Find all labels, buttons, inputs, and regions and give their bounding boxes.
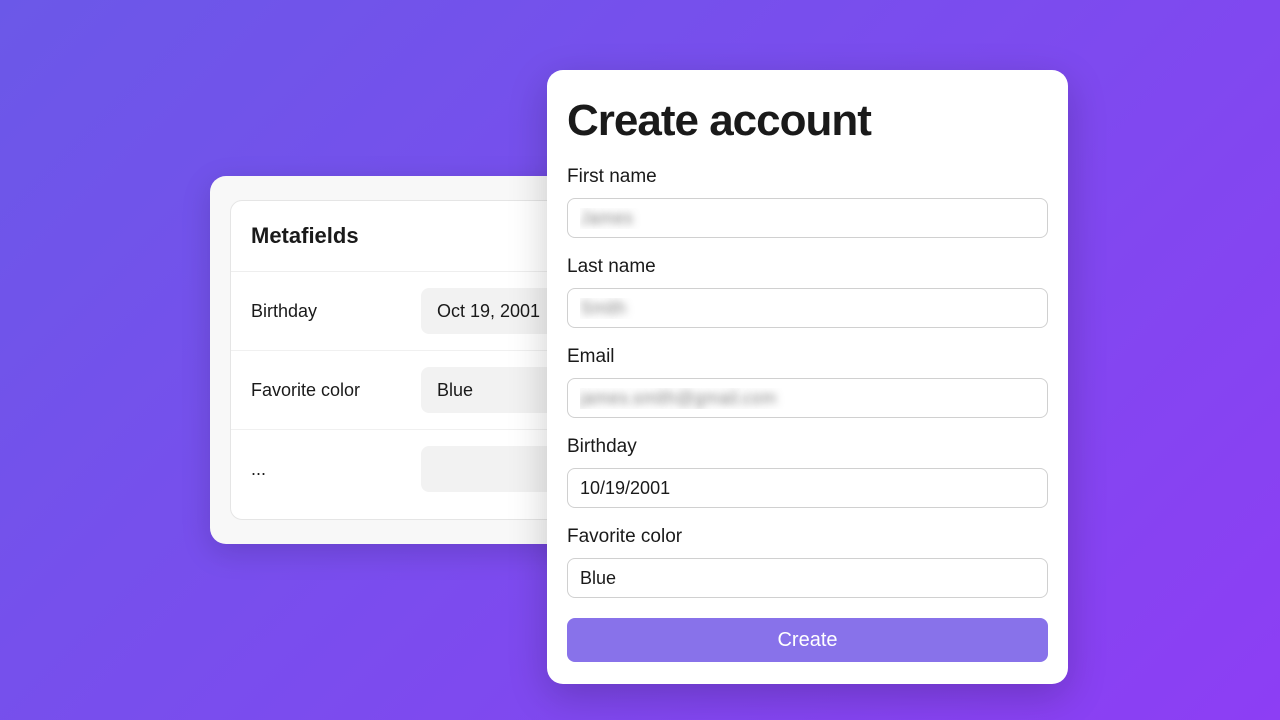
- form-group-last-name: Last name: [567, 256, 1048, 328]
- metafield-label: Favorite color: [251, 380, 401, 401]
- birthday-label: Birthday: [567, 436, 1048, 458]
- birthday-input[interactable]: [567, 468, 1048, 508]
- modal-title: Create account: [567, 96, 1048, 146]
- favorite-color-input[interactable]: [567, 558, 1048, 598]
- create-account-modal: Create account First name Last name Emai…: [547, 70, 1068, 684]
- favorite-color-label: Favorite color: [567, 526, 1048, 548]
- create-button[interactable]: Create: [567, 618, 1048, 662]
- form-group-favorite-color: Favorite color: [567, 526, 1048, 598]
- email-input[interactable]: [567, 378, 1048, 418]
- last-name-label: Last name: [567, 256, 1048, 278]
- metafield-label: ...: [251, 459, 401, 480]
- first-name-label: First name: [567, 166, 1048, 188]
- last-name-input[interactable]: [567, 288, 1048, 328]
- metafield-label: Birthday: [251, 301, 401, 322]
- first-name-input[interactable]: [567, 198, 1048, 238]
- form-group-birthday: Birthday: [567, 436, 1048, 508]
- form-group-first-name: First name: [567, 166, 1048, 238]
- form-group-email: Email: [567, 346, 1048, 418]
- email-label: Email: [567, 346, 1048, 368]
